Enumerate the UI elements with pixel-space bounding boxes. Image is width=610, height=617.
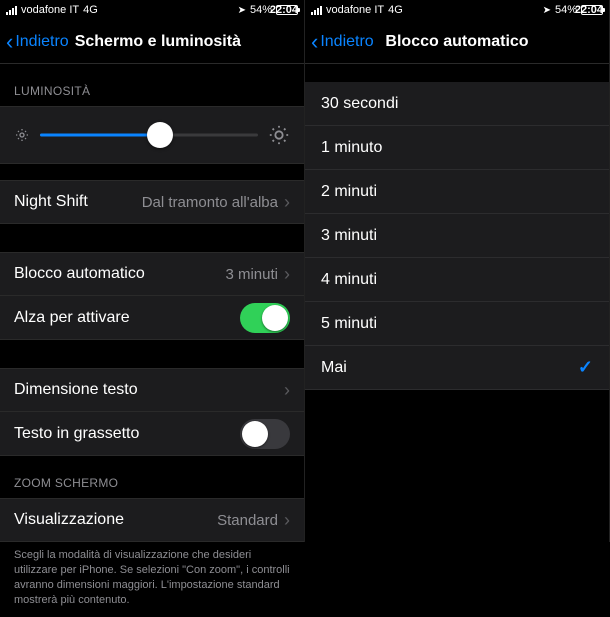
zoom-header: ZOOM SCHERMO: [0, 456, 304, 498]
autolock-option[interactable]: 5 minuti: [305, 302, 609, 346]
autolock-option[interactable]: 2 minuti: [305, 170, 609, 214]
chevron-right-icon: ›: [284, 264, 290, 285]
view-value: Standard: [217, 512, 278, 529]
option-label: 2 minuti: [321, 183, 593, 201]
option-label: Mai: [321, 359, 578, 377]
screen-display-brightness: vodafone IT 4G 22:04 ➤ 54% ‹ Indietro Sc…: [0, 0, 305, 542]
signal-icon: [6, 6, 17, 15]
night-shift-row[interactable]: Night Shift Dal tramonto all'alba ›: [0, 180, 304, 224]
boldtext-label: Testo in grassetto: [14, 425, 240, 443]
option-label: 1 minuto: [321, 139, 593, 157]
checkmark-icon: ✓: [578, 357, 593, 378]
chevron-right-icon: ›: [284, 192, 290, 213]
option-label: 3 minuti: [321, 227, 593, 245]
view-row[interactable]: Visualizzazione Standard ›: [0, 498, 304, 542]
chevron-right-icon: ›: [284, 380, 290, 401]
battery-icon: [276, 5, 298, 15]
boldtext-toggle[interactable]: [240, 419, 290, 449]
sun-high-icon: [268, 124, 290, 146]
autolock-option[interactable]: 3 minuti: [305, 214, 609, 258]
autolock-option-selected[interactable]: Mai ✓: [305, 346, 609, 390]
autolock-row[interactable]: Blocco automatico 3 minuti ›: [0, 252, 304, 296]
status-bar: vodafone IT 4G 22:04 ➤ 54%: [0, 0, 304, 20]
location-icon: ➤: [543, 5, 551, 16]
night-shift-value: Dal tramonto all'alba: [142, 194, 278, 211]
chevron-left-icon: ‹: [311, 31, 318, 53]
boldtext-row: Testo in grassetto: [0, 412, 304, 456]
page-title: Schermo e luminosità: [75, 33, 298, 51]
raise-label: Alza per attivare: [14, 309, 240, 327]
raise-toggle[interactable]: [240, 303, 290, 333]
battery-pct: 54%: [555, 4, 577, 16]
nav-bar: ‹ Indietro Blocco automatico: [305, 20, 609, 64]
signal-icon: [311, 6, 322, 15]
autolock-label: Blocco automatico: [14, 265, 225, 283]
network-label: 4G: [388, 4, 403, 16]
screen-autolock: vodafone IT 4G 22:04 ➤ 54% ‹ Indietro Bl…: [305, 0, 610, 542]
back-label: Indietro: [15, 33, 68, 51]
brightness-slider[interactable]: [40, 121, 258, 149]
zoom-footer: Scegli la modalità di visualizzazione ch…: [0, 542, 304, 617]
view-label: Visualizzazione: [14, 511, 217, 529]
autolock-option[interactable]: 30 secondi: [305, 82, 609, 126]
sun-low-icon: [14, 127, 30, 143]
carrier-label: vodafone IT: [326, 4, 384, 16]
chevron-right-icon: ›: [284, 510, 290, 531]
brightness-row: [0, 106, 304, 164]
back-button[interactable]: ‹ Indietro: [311, 31, 374, 53]
option-label: 4 minuti: [321, 271, 593, 289]
back-label: Indietro: [320, 33, 373, 51]
network-label: 4G: [83, 4, 98, 16]
option-label: 30 secondi: [321, 95, 593, 113]
location-icon: ➤: [238, 5, 246, 16]
textsize-label: Dimensione testo: [14, 381, 284, 399]
option-label: 5 minuti: [321, 315, 593, 333]
autolock-option[interactable]: 4 minuti: [305, 258, 609, 302]
brightness-header: LUMINOSITÀ: [0, 64, 304, 106]
nav-bar: ‹ Indietro Schermo e luminosità: [0, 20, 304, 64]
battery-pct: 54%: [250, 4, 272, 16]
chevron-left-icon: ‹: [6, 31, 13, 53]
autolock-option[interactable]: 1 minuto: [305, 126, 609, 170]
battery-icon: [581, 5, 603, 15]
raise-row: Alza per attivare: [0, 296, 304, 340]
status-bar: vodafone IT 4G 22:04 ➤ 54%: [305, 0, 609, 20]
autolock-value: 3 minuti: [225, 266, 278, 283]
night-shift-label: Night Shift: [14, 193, 142, 211]
back-button[interactable]: ‹ Indietro: [6, 31, 69, 53]
textsize-row[interactable]: Dimensione testo ›: [0, 368, 304, 412]
carrier-label: vodafone IT: [21, 4, 79, 16]
